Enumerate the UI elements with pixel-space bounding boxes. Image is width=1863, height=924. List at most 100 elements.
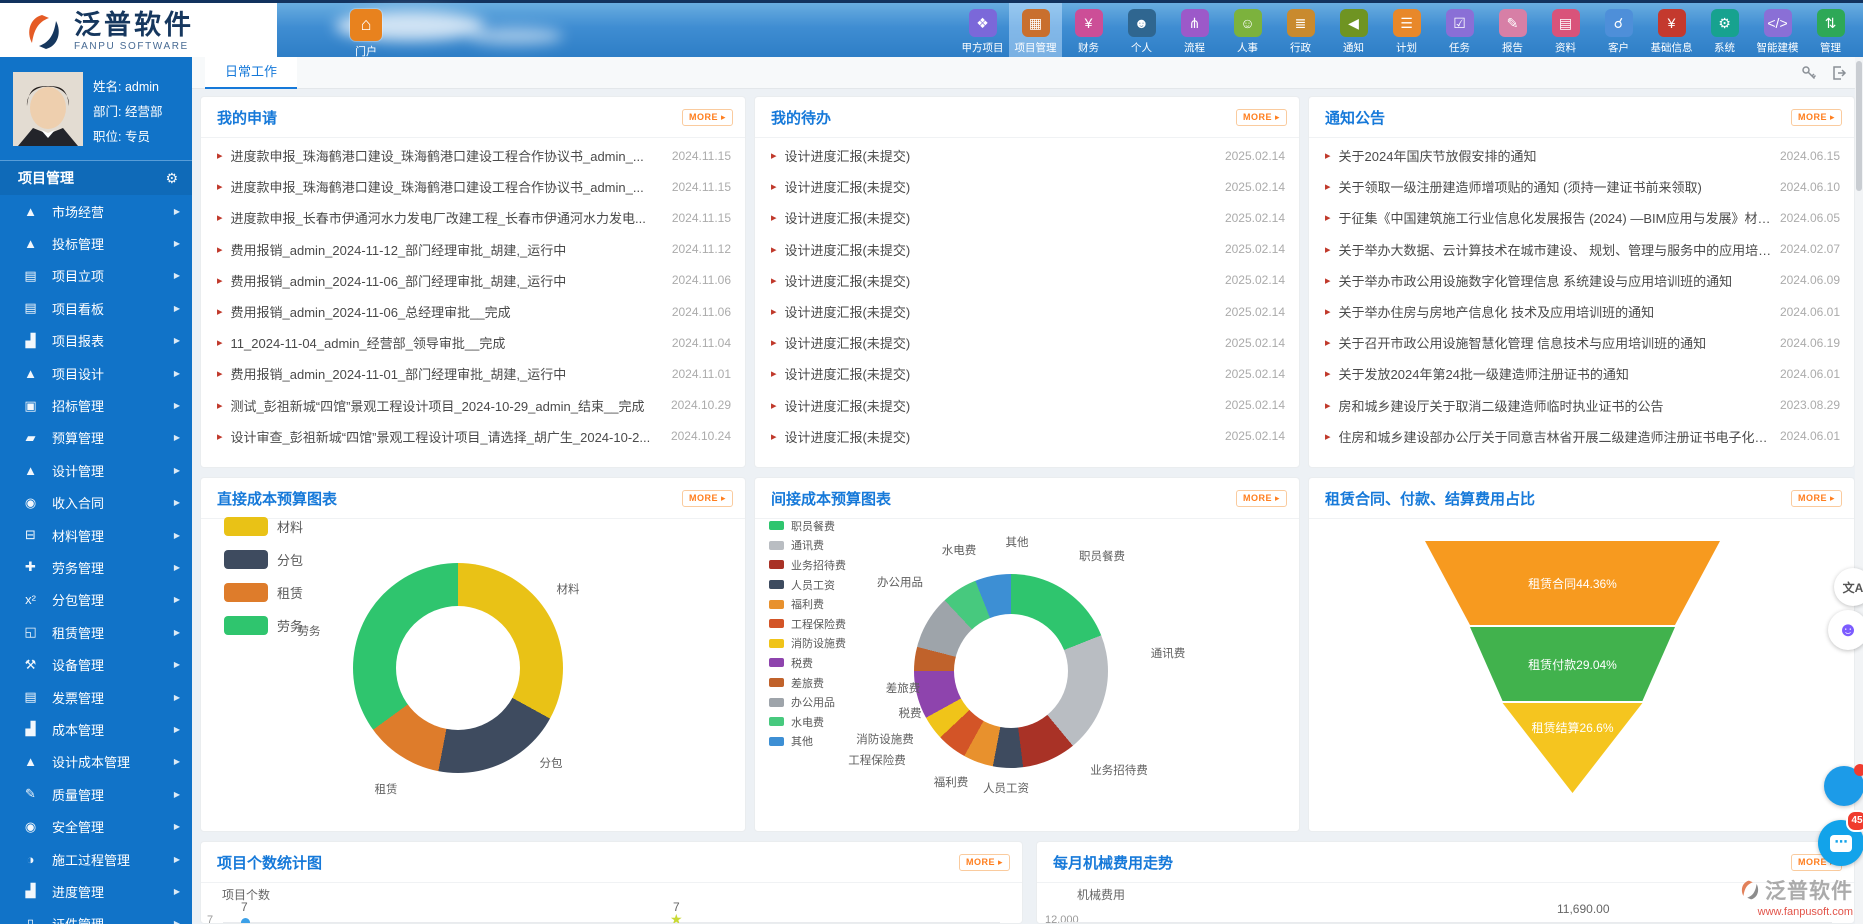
list-item[interactable]: ▸ 于征集《中国建筑施工行业信息化发展报告 (2024) —BIM应用与发展》材… [1309, 202, 1854, 233]
sidebar-menu-item[interactable]: ▟ 项目报表 ▶ [0, 325, 192, 357]
emoji-chat-button[interactable]: ☻ [1828, 610, 1863, 650]
legend-item[interactable]: 福利费 [769, 594, 846, 614]
list-item[interactable]: ▸ 测试_彭祖新城“四馆”景观工程设计项目_2024-10-29_admin_结… [201, 390, 745, 421]
top-nav-item[interactable]: ¥ 基础信息 [1645, 3, 1698, 60]
list-item[interactable]: ▸ 房和城乡建设厅关于取消二级建造师临时执业证书的公告 2023.08.29 [1309, 390, 1854, 421]
sidebar-menu-item[interactable]: ✚ 劳务管理 ▶ [0, 551, 192, 583]
list-item[interactable]: ▸ 设计审查_彭祖新城“四馆”景观工程设计项目_请选择_胡广生_2024-10-… [201, 421, 745, 452]
sidebar-menu-item[interactable]: ◑ 施工过程管理 ▶ [0, 843, 192, 875]
list-item[interactable]: ▸ 关于举办大数据、云计算技术在城市建设、 规划、管理与服务中的应用培训班...… [1309, 234, 1854, 265]
indirect-cost-donut-chart[interactable] [914, 574, 1108, 768]
list-item[interactable]: ▸ 住房和城乡建设部办公厅关于同意吉林省开展二级建造师注册证书电子化试点... … [1309, 421, 1854, 452]
sidebar-menu-item[interactable]: ◉ 收入合同 ▶ [0, 487, 192, 519]
sidebar-menu-item[interactable]: ▟ 成本管理 ▶ [0, 713, 192, 745]
top-nav-item[interactable]: ◀ 通知 [1327, 3, 1380, 60]
sidebar-menu-item[interactable]: ▰ 预算管理 ▶ [0, 422, 192, 454]
list-item[interactable]: ▸ 设计进度汇报(未提交) 2025.02.14 [755, 358, 1299, 389]
list-item[interactable]: ▸ 设计进度汇报(未提交) 2025.02.14 [755, 140, 1299, 171]
funnel-stage-payment[interactable]: 租赁付款29.04% [1425, 627, 1720, 701]
key-icon[interactable] [1801, 65, 1817, 81]
list-item[interactable]: ▸ 设计进度汇报(未提交) 2025.02.14 [755, 171, 1299, 202]
more-button[interactable]: MORE ▸ [1791, 490, 1842, 507]
list-item[interactable]: ▸ 进度款申报_珠海鹤港口建设_珠海鹤港口建设工程合作协议书_admin_...… [201, 171, 745, 202]
legend-item[interactable]: 通讯费 [769, 536, 846, 556]
watermark-url[interactable]: www.fanpusoft.com [1739, 906, 1853, 918]
legend-item[interactable]: 劳务 [224, 609, 303, 642]
top-nav-item[interactable]: ≣ 行政 [1274, 3, 1327, 60]
legend-item[interactable]: 材料 [224, 510, 303, 543]
legend-item[interactable]: 人员工资 [769, 575, 846, 595]
sidebar-menu-item[interactable]: ▤ 项目立项 ▶ [0, 260, 192, 292]
list-item[interactable]: ▸ 设计进度汇报(未提交) 2025.02.14 [755, 265, 1299, 296]
more-button[interactable]: MORE ▸ [1791, 109, 1842, 126]
list-item[interactable]: ▸ 费用报销_admin_2024-11-12_部门经理审批_胡建,_运行中 2… [201, 234, 745, 265]
more-button[interactable]: MORE ▸ [959, 854, 1010, 871]
sidebar-menu-item[interactable]: ✎ 质量管理 ▶ [0, 778, 192, 810]
series-legend[interactable]: 机械费用 [1077, 886, 1125, 903]
legend-item[interactable]: 税费 [769, 653, 846, 673]
messenger-button[interactable] [1824, 766, 1863, 806]
sidebar-menu-item[interactable]: ▟ 进度管理 ▶ [0, 875, 192, 907]
list-item[interactable]: ▸ 进度款申报_珠海鹤港口建设_珠海鹤港口建设工程合作协议书_admin_...… [201, 140, 745, 171]
list-item[interactable]: ▸ 关于召开市政公用设施智慧化管理 信息技术与应用培训班的通知 2024.06.… [1309, 327, 1854, 358]
top-nav-item[interactable]: ▦ 项目管理 [1009, 3, 1062, 60]
legend-item[interactable]: 其他 [769, 732, 846, 752]
sidebar-menu-item[interactable]: ▲ 市场经营 ▶ [0, 195, 192, 227]
more-button[interactable]: MORE ▸ [1236, 109, 1287, 126]
list-item[interactable]: ▸ 关于举办住房与房地产信息化 技术及应用培训班的通知 2024.06.01 [1309, 296, 1854, 327]
sidebar-menu-item[interactable]: ▲ 投标管理 ▶ [0, 227, 192, 259]
legend-item[interactable]: 水电费 [769, 712, 846, 732]
list-item[interactable]: ▸ 设计进度汇报(未提交) 2025.02.14 [755, 390, 1299, 421]
list-item[interactable]: ▸ 关于举办市政公用设施数字化管理信息 系统建设与应用培训班的通知 2024.0… [1309, 265, 1854, 296]
legend-item[interactable]: 消防设施费 [769, 634, 846, 654]
top-nav-item[interactable]: ⇅ 管理 [1804, 3, 1857, 60]
funnel-stage-contract[interactable]: 租赁合同44.36% [1425, 541, 1720, 625]
list-item[interactable]: ▸ 费用报销_admin_2024-11-06_总经理审批__完成 2024.1… [201, 296, 745, 327]
sidebar-menu-item[interactable]: ◉ 安全管理 ▶ [0, 810, 192, 842]
top-nav-item[interactable]: ▤ 资料 [1539, 3, 1592, 60]
direct-cost-donut-chart[interactable] [353, 563, 563, 773]
list-item[interactable]: ▸ 设计进度汇报(未提交) 2025.02.14 [755, 234, 1299, 265]
top-nav-item[interactable]: ☌ 客户 [1592, 3, 1645, 60]
legend-item[interactable]: 办公用品 [769, 692, 846, 712]
list-item[interactable]: ▸ 费用报销_admin_2024-11-06_部门经理审批_胡建,_运行中 2… [201, 265, 745, 296]
sidebar-menu-item[interactable]: ▯ 证件管理 ▶ [0, 908, 192, 924]
list-item[interactable]: ▸ 关于发放2024年第24批一级建造师注册证书的通知 2024.06.01 [1309, 358, 1854, 389]
funnel-stage-settlement[interactable]: 租赁结算26.6% [1425, 703, 1720, 793]
sidebar-menu-item[interactable]: ▤ 项目看板 ▶ [0, 292, 192, 324]
top-nav-item[interactable]: ✎ 报告 [1486, 3, 1539, 60]
top-nav-item[interactable]: ☰ 计划 [1380, 3, 1433, 60]
sidebar-menu-item[interactable]: ▲ 设计管理 ▶ [0, 454, 192, 486]
list-item[interactable]: ▸ 进度款申报_长春市伊通河水力发电厂改建工程_长春市伊通河水力发电... 20… [201, 202, 745, 233]
sidebar-menu-item[interactable]: ⚒ 设备管理 ▶ [0, 648, 192, 680]
legend-item[interactable]: 职员餐费 [769, 516, 846, 536]
top-nav-item[interactable]: ☺ 人事 [1221, 3, 1274, 60]
sidebar-menu-item[interactable]: ◱ 租赁管理 ▶ [0, 616, 192, 648]
list-item[interactable]: ▸ 关于领取一级注册建造师增项贴的通知 (须持一建证书前来领取) 2024.06… [1309, 171, 1854, 202]
list-item[interactable]: ▸ 设计进度汇报(未提交) 2025.02.14 [755, 296, 1299, 327]
top-nav-item[interactable]: ⋔ 流程 [1168, 3, 1221, 60]
sidebar-menu-item[interactable]: ⊟ 材料管理 ▶ [0, 519, 192, 551]
logout-icon[interactable] [1831, 65, 1847, 81]
legend-item[interactable]: 差旅费 [769, 673, 846, 693]
more-button[interactable]: MORE ▸ [682, 109, 733, 126]
legend-item[interactable]: 业务招待费 [769, 555, 846, 575]
top-nav-item[interactable]: ☑ 任务 [1433, 3, 1486, 60]
tab-daily-work[interactable]: 日常工作 [205, 57, 297, 89]
sidebar-menu-item[interactable]: ▣ 招标管理 ▶ [0, 389, 192, 421]
lease-funnel-chart[interactable]: 租赁合同44.36% 租赁付款29.04% 租赁结算26.6% [1425, 541, 1720, 793]
sidebar-menu-item[interactable]: ▲ 项目设计 ▶ [0, 357, 192, 389]
top-nav-item[interactable]: ☻ 个人 [1115, 3, 1168, 60]
portal-home-button[interactable]: ⌂ 门户 [347, 9, 385, 59]
legend-item[interactable]: 分包 [224, 543, 303, 576]
top-nav-item[interactable]: ¥ 财务 [1062, 3, 1115, 60]
list-item[interactable]: ▸ 关于2024年国庆节放假安排的通知 2024.06.15 [1309, 140, 1854, 171]
list-item[interactable]: ▸ 费用报销_admin_2024-11-01_部门经理审批_胡建,_运行中 2… [201, 358, 745, 389]
sidebar-menu-item[interactable]: x² 分包管理 ▶ [0, 584, 192, 616]
sidebar-menu-item[interactable]: ▤ 发票管理 ▶ [0, 681, 192, 713]
top-nav-item[interactable]: </> 智能建模 [1751, 3, 1804, 60]
scrollbar-thumb[interactable] [1856, 61, 1862, 191]
more-button[interactable]: MORE ▸ [1236, 490, 1287, 507]
legend-item[interactable]: 租赁 [224, 576, 303, 609]
settings-gear-icon[interactable]: ⚙ [165, 170, 178, 187]
